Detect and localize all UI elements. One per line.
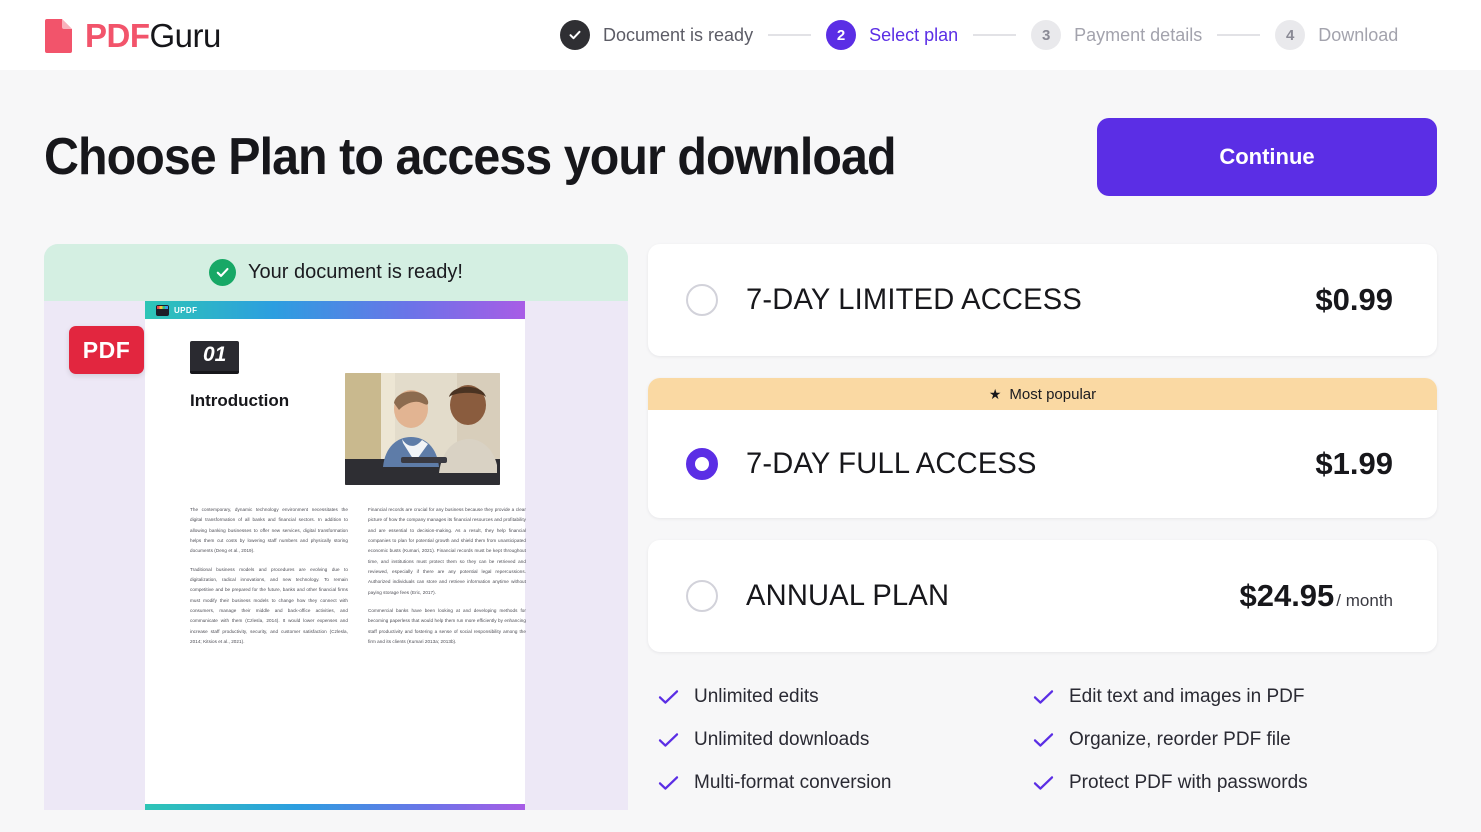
document-paragraph: Commercial banks have been looking at an… [368, 607, 526, 644]
check-icon [658, 690, 679, 704]
step-document-ready[interactable]: Document is ready [560, 20, 753, 50]
plan-row[interactable]: 7-DAY LIMITED ACCESS $0.99 [648, 244, 1437, 356]
feature-label: Edit text and images in PDF [1069, 686, 1305, 707]
step-select-plan[interactable]: 2 Select plan [826, 20, 958, 50]
document-page: UPDF 01 Introduction The contemporary, d… [145, 301, 526, 810]
pdf-format-badge: PDF [69, 326, 144, 374]
content-columns: Your document is ready! UPDF 01 Introduc… [44, 244, 1437, 810]
document-column-left: The contemporary, dynamic technology env… [190, 505, 348, 655]
plan-card-annual[interactable]: ANNUAL PLAN $24.95 / month [648, 540, 1437, 652]
step-1-label: Document is ready [603, 24, 754, 45]
step-2-indicator: 2 [826, 20, 857, 50]
document-ready-banner: Your document is ready! [44, 244, 628, 301]
feature-label: Protect PDF with passwords [1069, 772, 1308, 793]
check-icon [658, 733, 679, 747]
document-text-columns: The contemporary, dynamic technology env… [190, 505, 526, 655]
page-title: Choose Plan to access your download [44, 128, 896, 186]
logo-pdf-text: PDF [85, 16, 150, 54]
check-icon [1033, 733, 1054, 747]
document-page-wrap[interactable]: UPDF 01 Introduction The contemporary, d… [44, 301, 628, 810]
document-top-gradient-bar: UPDF [145, 301, 525, 319]
feature-item: Edit text and images in PDF [1033, 686, 1437, 708]
step-3-indicator: 3 [1031, 20, 1062, 50]
circle-check-icon [209, 259, 237, 286]
step-4-indicator: 4 [1275, 20, 1306, 50]
updf-logo-icon [156, 304, 169, 316]
plan-price-period: / month [1336, 591, 1393, 610]
plan-name-annual: ANNUAL PLAN [746, 579, 950, 612]
main-content: Choose Plan to access your download Cont… [0, 70, 1481, 810]
step-3-label: Payment details [1074, 24, 1203, 45]
step-download[interactable]: 4 Download [1275, 20, 1398, 50]
document-column-right: Financial records are crucial for any bu… [368, 505, 526, 655]
document-bottom-gradient-bar [145, 804, 525, 810]
plan-row[interactable]: ANNUAL PLAN $24.95 / month [648, 540, 1437, 652]
plan-row[interactable]: 7-DAY FULL ACCESS $1.99 [648, 410, 1437, 518]
step-4-label: Download [1318, 24, 1399, 45]
document-paragraph: Traditional business models and procedur… [190, 566, 348, 644]
feature-item: Multi-format conversion [658, 772, 1033, 794]
feature-label: Multi-format conversion [694, 772, 892, 793]
feature-label: Unlimited downloads [694, 729, 870, 750]
feature-item: Unlimited downloads [658, 729, 1033, 751]
plan-price-limited: $0.99 [1315, 282, 1393, 318]
most-popular-label: Most popular [1009, 385, 1097, 403]
plan-name-limited: 7-DAY LIMITED ACCESS [746, 283, 1082, 316]
step-payment-details[interactable]: 3 Payment details [1031, 20, 1202, 50]
plan-price-full: $1.99 [1315, 446, 1393, 482]
check-icon [569, 30, 581, 40]
plan-radio-limited[interactable] [686, 284, 718, 316]
step-divider-1 [768, 34, 812, 36]
app-header: PDFGuru Document is ready 2 Select plan … [0, 0, 1481, 70]
document-preview-panel: Your document is ready! UPDF 01 Introduc… [44, 244, 628, 810]
feature-item: Unlimited edits [658, 686, 1033, 708]
feature-item: Protect PDF with passwords [1033, 772, 1437, 794]
plan-name-full: 7-DAY FULL ACCESS [746, 447, 1037, 480]
check-icon [1033, 776, 1054, 790]
plan-price-amount: $0.99 [1315, 282, 1393, 317]
check-icon [1033, 690, 1054, 704]
logo-guru-text: Guru [149, 16, 222, 54]
document-paragraph: Financial records are crucial for any bu… [368, 507, 526, 595]
title-row: Choose Plan to access your download Cont… [44, 70, 1437, 244]
feature-label: Organize, reorder PDF file [1069, 729, 1291, 750]
plan-price-amount: $24.95 [1239, 578, 1335, 613]
check-icon [658, 776, 679, 790]
plan-radio-annual[interactable] [686, 580, 718, 612]
checkout-stepper: Document is ready 2 Select plan 3 Paymen… [560, 0, 1398, 70]
plan-card-full[interactable]: ★ Most popular 7-DAY FULL ACCESS $1.99 [648, 378, 1437, 518]
step-2-label: Select plan [869, 24, 959, 45]
document-ready-text: Your document is ready! [248, 261, 463, 283]
step-divider-2 [973, 34, 1017, 36]
document-paragraph: The contemporary, dynamic technology env… [190, 507, 348, 554]
section-number: 01 [190, 341, 240, 374]
document-photo [345, 373, 500, 485]
star-icon: ★ [988, 386, 1002, 402]
updf-label: UPDF [174, 305, 198, 315]
feature-list: Unlimited edits Edit text and images in … [648, 674, 1437, 794]
brand-logo[interactable]: PDFGuru [44, 17, 221, 53]
step-divider-3 [1217, 34, 1261, 36]
plans-panel: 7-DAY LIMITED ACCESS $0.99 ★ Most popula… [648, 244, 1437, 810]
plan-radio-full[interactable] [686, 448, 718, 480]
most-popular-banner: ★ Most popular [648, 378, 1437, 410]
feature-label: Unlimited edits [694, 686, 819, 707]
plan-card-limited[interactable]: 7-DAY LIMITED ACCESS $0.99 [648, 244, 1437, 356]
plan-price-annual: $24.95 / month [1239, 578, 1393, 614]
continue-button[interactable]: Continue [1097, 118, 1437, 196]
step-1-indicator [560, 20, 590, 50]
pdf-document-icon [44, 17, 74, 53]
feature-item: Organize, reorder PDF file [1033, 729, 1437, 751]
plan-price-amount: $1.99 [1315, 446, 1393, 481]
